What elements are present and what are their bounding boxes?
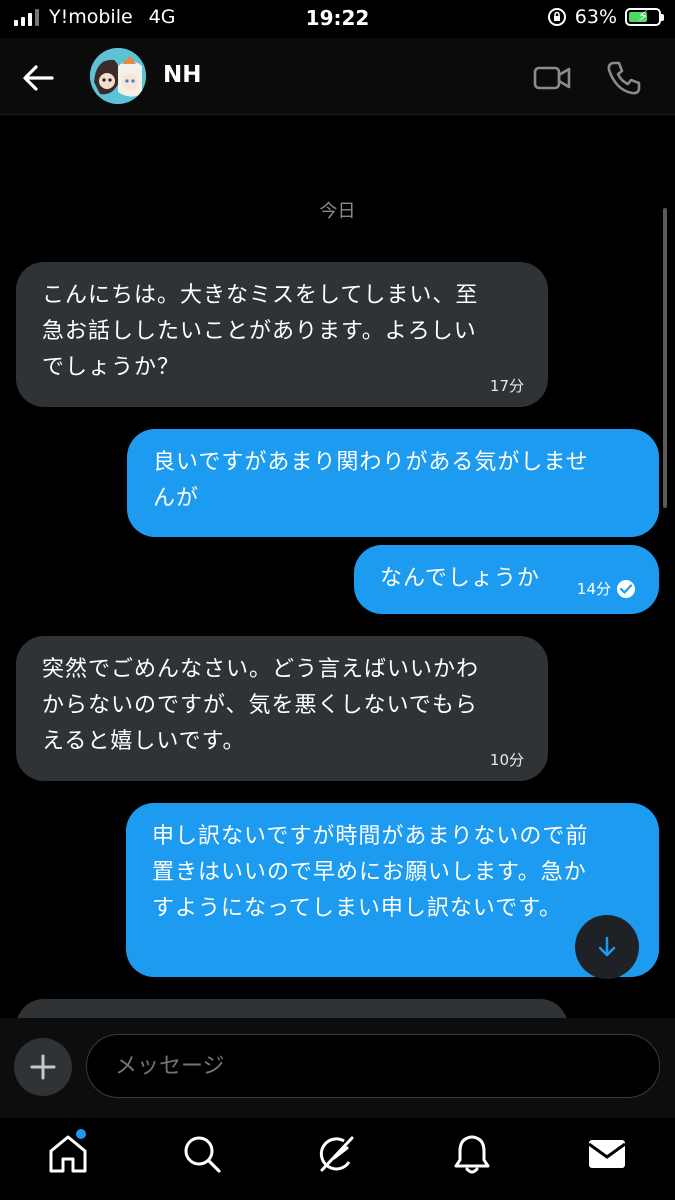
conversation-header: NH	[0, 38, 675, 115]
battery-percent: 63%	[574, 6, 617, 28]
plus-icon	[30, 1054, 56, 1080]
date-separator: 今日	[319, 201, 356, 222]
bell-icon[interactable]	[450, 1132, 494, 1176]
status-right: 63% ⚡	[547, 6, 664, 28]
status-bar: Y!mobile 4G 19:22 63% ⚡	[0, 0, 675, 38]
message-time: 10分	[489, 751, 524, 769]
scroll-to-bottom-button[interactable]	[575, 915, 639, 979]
scrollbar[interactable]	[663, 208, 667, 508]
message-bubble[interactable]: 良いですがあまり関わりがある気がしませ んが	[127, 429, 659, 537]
message-composer	[0, 1018, 675, 1118]
message-bubble[interactable]: なんでしょうか 14分	[354, 545, 659, 614]
phone-icon[interactable]	[604, 58, 644, 98]
message-bubble[interactable]: 突然でごめんなさい。どう言えばいいかわ からないのですが、気を悪くしないでもら …	[16, 636, 548, 781]
arrow-left-icon[interactable]	[18, 58, 58, 98]
grok-icon[interactable]	[314, 1132, 358, 1176]
avatar[interactable]	[90, 48, 146, 104]
add-attachment-button[interactable]	[14, 1038, 72, 1096]
message-bubble-partial[interactable]	[16, 999, 568, 1018]
message-time: 17分	[489, 377, 524, 395]
rotation-lock-icon	[547, 8, 566, 26]
message-text: 良いですがあまり関わりがある気がしませ んが	[153, 450, 589, 511]
battery-icon: ⚡	[625, 7, 664, 26]
arrow-down-icon	[598, 936, 616, 957]
message-text: 申し訳ないですが時間があまりないので前 置きはいいので早めにお願いします。急か …	[152, 824, 589, 921]
message-text: 突然でごめんなさい。どう言えばいいかわ からないのですが、気を悪くしないでもら …	[42, 657, 480, 754]
message-input[interactable]	[86, 1034, 660, 1098]
search-icon[interactable]	[180, 1132, 224, 1176]
home-icon[interactable]	[46, 1132, 90, 1176]
message-bubble[interactable]: こんにちは。大きなミスをしてしまい、至 急お話ししたいことがあります。よろしい …	[16, 262, 548, 407]
message-text: こんにちは。大きなミスをしてしまい、至 急お話ししたいことがあります。よろしい …	[42, 283, 479, 380]
mail-icon[interactable]	[585, 1132, 629, 1176]
message-list[interactable]: 今日 こんにちは。大きなミスをしてしまい、至 急お話ししたいことがあります。よろ…	[0, 115, 675, 1018]
notification-dot	[76, 1129, 86, 1139]
contact-name[interactable]: NH	[163, 62, 202, 88]
message-time: 14分	[577, 580, 635, 598]
video-camera-icon[interactable]	[532, 58, 572, 98]
bottom-tab-bar	[0, 1118, 675, 1200]
read-check-icon	[617, 580, 635, 598]
